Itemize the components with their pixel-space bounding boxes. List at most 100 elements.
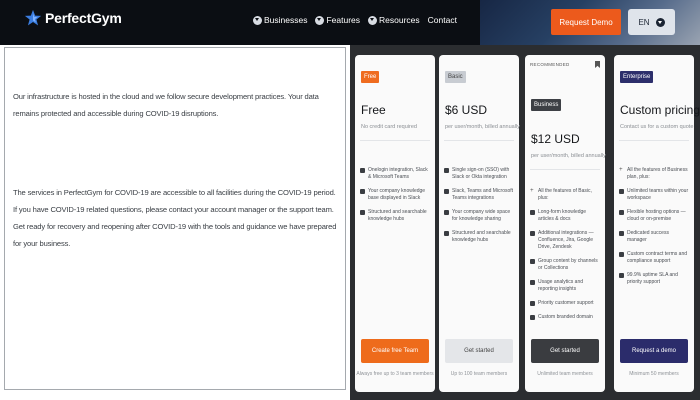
chevron-down-icon: [368, 15, 378, 25]
recommended-label: RECOMMENDED: [530, 62, 570, 67]
plan-price: $6 USD: [445, 103, 488, 117]
feature-item: Your company wide space for knowledge sh…: [444, 209, 515, 223]
feature-list: All the features of Business plan, plus:…: [619, 167, 690, 293]
feature-item: Additional integrations — Confluence, Ji…: [530, 230, 601, 251]
nav-link-label: Contact: [427, 15, 457, 25]
feature-item: All the features of Business plan, plus:: [619, 167, 690, 181]
brand-name: PerfectGym: [45, 10, 122, 26]
feature-item: Priority customer support: [530, 300, 601, 307]
plus-icon: [530, 189, 535, 194]
request-demo-button[interactable]: Request Demo: [551, 9, 621, 35]
feature-list: Single sign-on (SSO) with Slack or Okta …: [444, 167, 515, 251]
feature-text: Slack, Teams and Microsoft Teams integra…: [452, 188, 514, 201]
chevron-down-icon: [315, 15, 325, 25]
create-free-team-button[interactable]: Create free Team: [361, 339, 429, 363]
plan-footnote: Always free up to 3 team members: [356, 371, 434, 377]
pricing-card-business: RECOMMENDED Business $12 USD per user/mo…: [525, 55, 606, 392]
feature-text: Usage analytics and reporting insights: [538, 279, 584, 292]
plan-badge: Free: [361, 71, 380, 83]
feature-icon: [619, 252, 624, 257]
plan-subtitle: No credit card required: [361, 124, 417, 130]
notice-paragraph: Our infrastructure is hosted in the clou…: [13, 92, 319, 118]
plan-footnote: Up to 100 team members: [450, 371, 508, 377]
feature-text: Group content by channels or Collections: [538, 258, 598, 271]
feature-icon: [360, 189, 365, 194]
feature-text: Your company knowledge base displayed in…: [368, 188, 426, 201]
feature-list: All the features of Basic, plus: Long-fo…: [530, 188, 601, 328]
nav-link-label: Resources: [379, 15, 420, 25]
plan-badge: Enterprise: [620, 71, 654, 83]
nav-link-contact[interactable]: Contact: [428, 15, 457, 25]
feature-icon: [530, 301, 535, 306]
feature-icon: [530, 210, 535, 215]
feature-icon: [619, 189, 624, 194]
divider: [619, 140, 689, 141]
nav-link-businesses[interactable]: Businesses: [253, 15, 307, 25]
plan-price: Free: [361, 103, 386, 117]
pricing-card-enterprise: Enterprise Custom pricing Contact us for…: [614, 55, 700, 392]
feature-text: All the features of Basic, plus:: [538, 188, 592, 201]
nav-link-resources[interactable]: Resources: [368, 15, 420, 25]
plan-subtitle: Contact us for a custom quote: [620, 124, 694, 130]
feature-icon: [619, 231, 624, 236]
plan-subtitle: per user/month, billed annually: [445, 124, 520, 130]
chevron-down-icon: [253, 15, 262, 25]
feature-text: Custom contract terms and compliance sup…: [627, 251, 688, 264]
feature-item: Group content by channels or Collections: [530, 258, 601, 272]
language-label: EN: [638, 17, 650, 27]
divider: [360, 140, 430, 141]
nav-link-features[interactable]: Features: [315, 15, 360, 25]
feature-text: Structured and searchable knowledge hubs: [452, 230, 511, 243]
feature-icon: [530, 280, 535, 285]
business-get-started-button[interactable]: Get started: [531, 339, 599, 363]
feature-icon: [530, 259, 535, 264]
pricing-section: Free Free No credit card required Onelog…: [350, 45, 700, 400]
feature-text: Your company wide space for knowledge sh…: [452, 209, 511, 222]
feature-text: All the features of Business plan, plus:: [627, 167, 688, 180]
nav-link-label: Features: [326, 15, 361, 25]
feature-item: Onelogin integration, Slack & Microsoft …: [360, 167, 431, 181]
feature-icon: [530, 315, 535, 320]
feature-icon: [444, 210, 449, 215]
feature-text: Single sign-on (SSO) with Slack or Okta …: [452, 167, 510, 180]
plan-badge: Business: [531, 99, 562, 111]
feature-item: Single sign-on (SSO) with Slack or Okta …: [444, 167, 515, 181]
bookmark-icon: [595, 61, 600, 68]
chevron-down-icon: [655, 17, 665, 27]
feature-text: 99.9% uptime SLA and priority support: [627, 272, 678, 285]
feature-icon: [530, 231, 535, 236]
feature-text: Additional integrations — Confluence, Ji…: [538, 230, 594, 250]
request-a-demo-button[interactable]: Request a demo: [620, 339, 688, 363]
feature-item: Unlimited teams within your workspace: [619, 188, 690, 202]
nav-links: Businesses Features Resources Contact: [253, 15, 457, 25]
feature-text: Unlimited teams within your workspace: [627, 188, 689, 201]
feature-item: 99.9% uptime SLA and priority support: [619, 272, 690, 286]
feature-icon: [444, 189, 449, 194]
nav-link-label: Businesses: [264, 15, 308, 25]
basic-get-started-button[interactable]: Get started: [445, 339, 513, 363]
language-selector[interactable]: EN: [628, 9, 675, 35]
feature-item: Long-form knowledge articles & docs: [530, 209, 601, 223]
pricing-card-basic: Basic $6 USD per user/month, billed annu…: [439, 55, 520, 392]
feature-item: Flexible hosting options — cloud or on-p…: [619, 209, 690, 223]
top-navbar: PerfectGym Businesses Features Resources…: [0, 0, 700, 45]
plan-footnote: Minimum 50 members: [629, 371, 679, 377]
divider: [444, 140, 514, 141]
plan-price: Custom pricing: [620, 103, 700, 117]
feature-icon: [444, 231, 449, 236]
feature-icon: [360, 210, 365, 215]
feature-text: Flexible hosting options — cloud or on-p…: [627, 209, 686, 222]
feature-item: Usage analytics and reporting insights: [530, 279, 601, 293]
plan-subtitle: per user/month, billed annually: [531, 153, 606, 159]
plan-badge: Basic: [445, 71, 466, 83]
brand-logo[interactable]: PerfectGym: [24, 9, 122, 27]
feature-text: Custom branded domain: [538, 314, 593, 320]
covid-notice-panel: Our infrastructure is hosted in the clou…: [4, 47, 346, 390]
feature-text: Long-form knowledge articles & docs: [538, 209, 587, 222]
feature-icon: [360, 168, 365, 173]
star-logo-icon: [24, 9, 42, 26]
feature-icon: [619, 210, 624, 215]
divider: [530, 169, 600, 170]
feature-list: Onelogin integration, Slack & Microsoft …: [360, 167, 431, 230]
feature-icon: [619, 273, 624, 278]
